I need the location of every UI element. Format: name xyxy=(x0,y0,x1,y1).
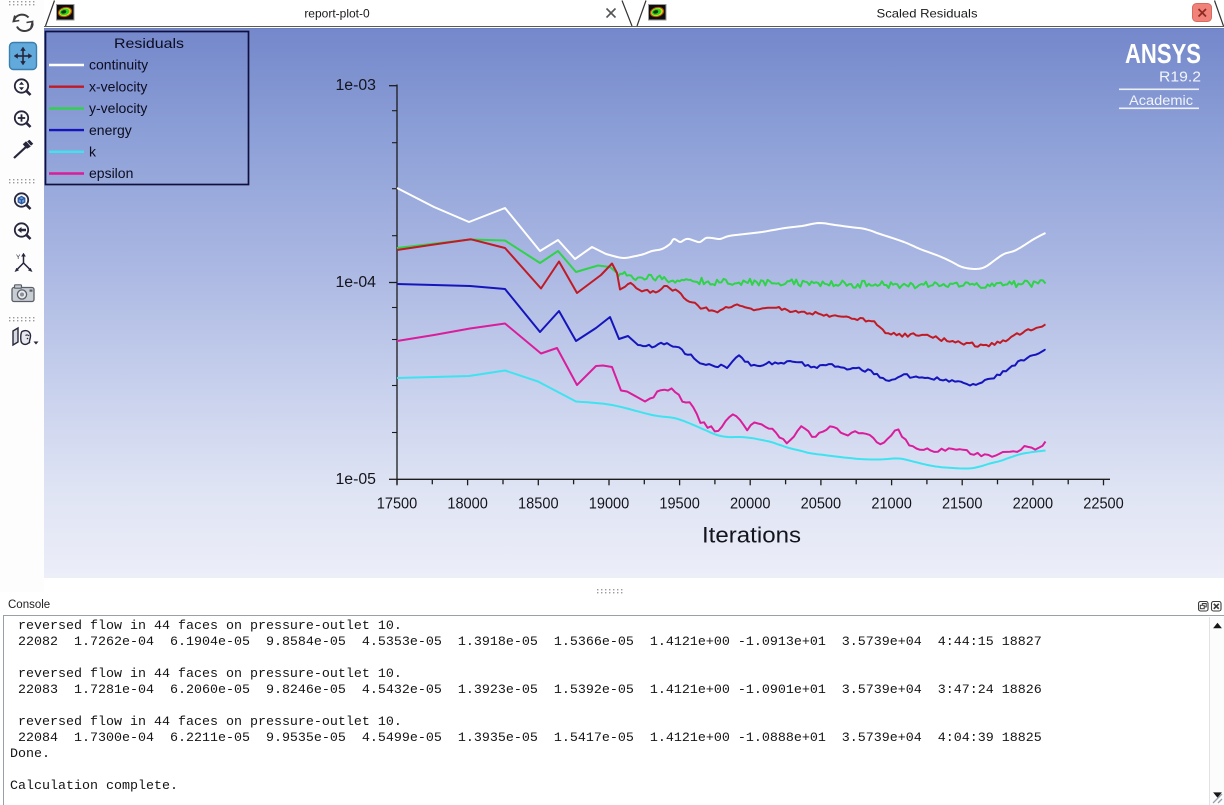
svg-text:17500: 17500 xyxy=(377,496,418,513)
svg-text:18000: 18000 xyxy=(447,496,488,513)
svg-text:Iterations: Iterations xyxy=(702,523,801,548)
svg-text:18500: 18500 xyxy=(518,496,559,513)
svg-text:1e-03: 1e-03 xyxy=(336,77,377,94)
svg-text:Scaled Residuals: Scaled Residuals xyxy=(877,7,978,21)
svg-text:report-plot-0: report-plot-0 xyxy=(304,7,370,21)
svg-text:ANSYS: ANSYS xyxy=(1125,38,1201,69)
svg-text:22500: 22500 xyxy=(1083,496,1124,513)
svg-text:20000: 20000 xyxy=(730,496,771,513)
svg-text:Residuals: Residuals xyxy=(114,35,184,51)
svg-text:1e-05: 1e-05 xyxy=(336,471,377,488)
svg-text:1e-04: 1e-04 xyxy=(336,274,377,291)
svg-text:x-velocity: x-velocity xyxy=(89,78,147,94)
svg-text:energy: energy xyxy=(89,122,132,138)
svg-text:19000: 19000 xyxy=(589,496,630,513)
svg-text:epsilon: epsilon xyxy=(89,165,133,181)
svg-text:22000: 22000 xyxy=(1013,496,1054,513)
svg-text:Y: Y xyxy=(16,254,21,261)
svg-text:21000: 21000 xyxy=(871,496,912,513)
svg-text:continuity: continuity xyxy=(89,57,148,73)
svg-text:R19.2: R19.2 xyxy=(1159,69,1201,86)
svg-text:20500: 20500 xyxy=(801,496,842,513)
svg-text:Academic: Academic xyxy=(1129,93,1193,108)
svg-text:21500: 21500 xyxy=(942,496,983,513)
svg-text:k: k xyxy=(89,144,97,160)
svg-text:y-velocity: y-velocity xyxy=(89,100,147,116)
svg-text:19500: 19500 xyxy=(659,496,700,513)
